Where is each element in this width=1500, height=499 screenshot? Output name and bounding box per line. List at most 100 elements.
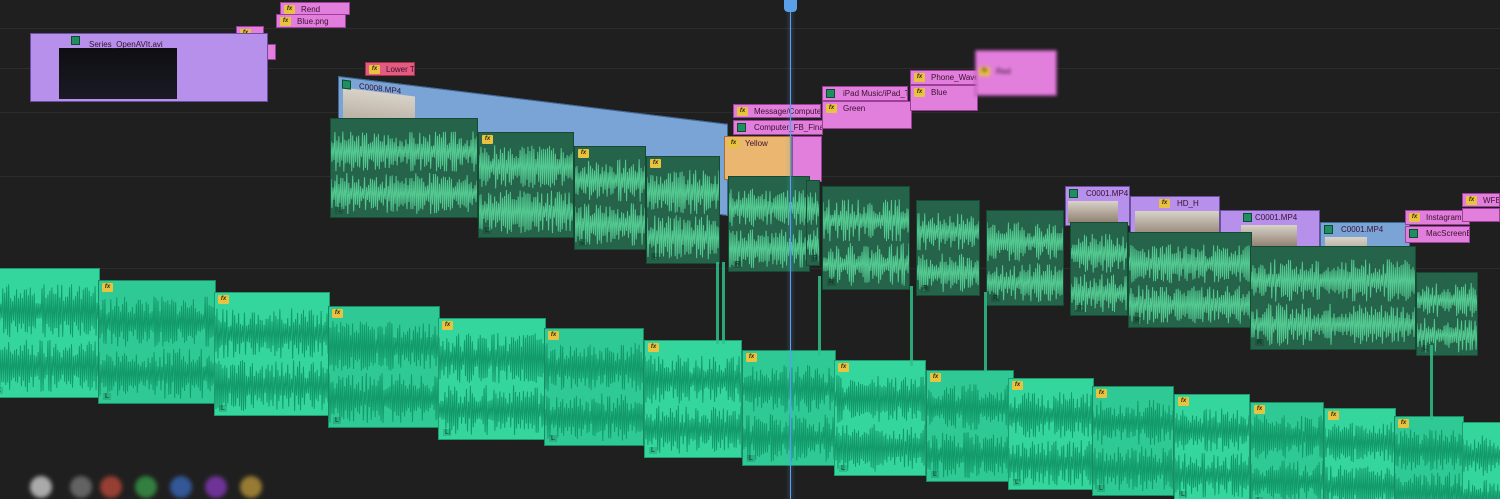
audio-waveform	[1251, 303, 1415, 346]
audio-clip[interactable]: fxL	[328, 306, 440, 428]
fx-icon: fx	[1159, 199, 1170, 208]
clip-label: HD_H	[1177, 199, 1199, 208]
clip-label: Red	[996, 67, 1011, 76]
audio-channel-label: L	[1097, 485, 1105, 492]
audio-clip[interactable]: fxL	[1324, 408, 1396, 499]
audio-clip[interactable]: R	[728, 176, 810, 272]
audio-channel-label: R	[1075, 305, 1085, 312]
audio-clip[interactable]: fxL	[742, 350, 836, 466]
audio-clip-edge	[984, 292, 987, 372]
audio-channel-label: L	[579, 239, 587, 246]
audio-waveform	[1071, 234, 1127, 273]
audio-clip[interactable]: fxL	[1092, 386, 1174, 496]
playhead-line[interactable]	[790, 0, 791, 499]
audio-clip[interactable]: fxL	[1008, 378, 1094, 490]
audio-waveform	[1175, 408, 1249, 452]
audio-waveform	[645, 405, 741, 454]
audio-clip[interactable]: R	[822, 186, 910, 290]
audio-clip[interactable]: fxL	[1174, 394, 1250, 499]
audio-clip[interactable]: fxL	[544, 328, 644, 446]
playhead-handle[interactable]	[784, 0, 797, 12]
fx-icon: fx	[650, 159, 661, 168]
audio-clip[interactable]: fxL	[574, 146, 646, 250]
audio-channel-label: R	[811, 255, 819, 262]
clip-wfbi[interactable]: fx WFBi	[1462, 193, 1500, 207]
video-clip-icon	[1243, 213, 1252, 222]
clip-blue-png[interactable]: fx Blue.png	[276, 14, 346, 28]
dock-app-icon[interactable]	[30, 476, 52, 498]
fx-icon: fx	[930, 373, 941, 382]
clip-phone-wave[interactable]: fx Phone_Wave/List_	[910, 70, 978, 85]
audio-clip[interactable]: R	[916, 200, 980, 296]
clip-blue-solid[interactable]: fx Blue	[910, 85, 978, 111]
audio-clip[interactable]: R	[1070, 222, 1128, 316]
audio-waveform	[0, 340, 99, 393]
clip-series-openavit[interactable]: Series_OpenAVIt.avi	[30, 33, 268, 102]
audio-clip[interactable]: R	[1250, 246, 1416, 350]
audio-clip[interactable]: fxL	[438, 318, 546, 440]
audio-channel-label: L	[1179, 491, 1187, 498]
fx-icon: fx	[548, 331, 559, 340]
clip-ipad-music[interactable]: iPad Music/iPad_Tunes_F	[822, 86, 908, 101]
audio-waveform	[545, 393, 643, 441]
audio-clip[interactable]: fxL	[1250, 402, 1324, 499]
audio-waveform	[1417, 282, 1477, 318]
graphic-clip-icon	[1409, 229, 1418, 238]
clip-computer-fb[interactable]: Computer_FB_Final2.psd	[733, 120, 823, 135]
clip-label: C0001.MP4	[1341, 225, 1384, 234]
audio-channel-label: L	[1421, 345, 1429, 352]
clip-pink-stub[interactable]	[1462, 208, 1500, 222]
audio-clip[interactable]: L	[0, 268, 100, 398]
audio-clip[interactable]: fxL	[214, 292, 330, 416]
clip-green-solid[interactable]: fx Green	[822, 101, 912, 129]
dock-app-icon[interactable]	[70, 476, 92, 498]
dock-app-icon[interactable]	[170, 476, 192, 498]
clip-red-solid[interactable]: fx Red	[975, 50, 1057, 96]
audio-channel-label: L	[483, 227, 491, 234]
fx-icon: fx	[914, 73, 925, 82]
audio-waveform	[575, 159, 645, 202]
audio-channel-label: L	[839, 465, 847, 472]
track-divider	[0, 28, 1500, 29]
clip-macscreen[interactable]: MacScreenBankFINAL.psd	[1405, 226, 1470, 243]
audio-waveform	[807, 192, 819, 225]
audio-clip-edge	[910, 286, 913, 366]
audio-clip[interactable]: fxL	[644, 340, 742, 458]
audio-clip[interactable]: fxL	[98, 280, 216, 404]
audio-clip[interactable]: fx L	[646, 156, 720, 264]
dock-app-icon[interactable]	[135, 476, 157, 498]
fx-icon: fx	[737, 107, 748, 116]
audio-clip[interactable]: fxL	[478, 132, 574, 238]
video-clip-icon	[1324, 225, 1333, 234]
audio-clip[interactable]: fxL	[926, 370, 1014, 482]
audio-waveform	[917, 213, 979, 251]
dock-app-icon[interactable]	[100, 476, 122, 498]
dock-app-icon[interactable]	[205, 476, 227, 498]
clip-message-computer[interactable]: fx Message/Computer_FB	[733, 104, 821, 118]
audio-clip[interactable]: R	[806, 180, 820, 266]
audio-channel-label: L	[651, 253, 659, 260]
os-dock	[0, 466, 500, 499]
fx-icon: fx	[369, 65, 380, 74]
audio-clip[interactable]: L	[1416, 272, 1478, 356]
audio-clip[interactable]: R	[1128, 232, 1252, 328]
clip-lower-third[interactable]: fx Lower T	[365, 62, 415, 76]
audio-clip[interactable]: L	[330, 118, 478, 218]
fx-icon: fx	[1466, 196, 1477, 205]
video-clip-icon	[342, 79, 351, 90]
clip-yellow-solid[interactable]: fx Yellow	[724, 136, 792, 180]
clip-label: MacScreenBankFINAL.psd	[1426, 229, 1469, 238]
clip-thumbnail	[1068, 201, 1118, 223]
clip-instagram[interactable]: fx InstagramFINAL.psd	[1405, 210, 1470, 225]
audio-waveform	[99, 296, 215, 347]
clip-label: Phone_Wave/List_	[931, 73, 977, 82]
audio-clip[interactable]: fxL	[834, 360, 926, 476]
clip-c0001-a[interactable]: C0001.MP4	[1065, 186, 1130, 226]
audio-clip[interactable]: L	[1462, 422, 1500, 499]
audio-clip[interactable]: R	[986, 210, 1064, 306]
audio-clip[interactable]: fxL	[1394, 416, 1464, 499]
timeline-panel[interactable]: fx Rend fx Blue.png fx fx Series_OpenAVI…	[0, 0, 1500, 499]
dock-app-icon[interactable]	[240, 476, 262, 498]
audio-waveform	[1325, 422, 1395, 463]
audio-waveform	[927, 431, 1013, 478]
